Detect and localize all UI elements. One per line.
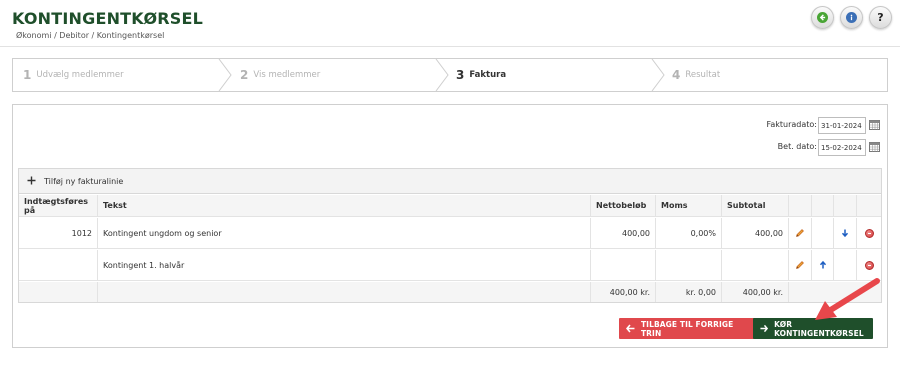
info-button[interactable] (840, 6, 863, 29)
calendar-icon[interactable] (869, 120, 880, 130)
info-icon (846, 12, 857, 23)
back-button[interactable] (811, 6, 834, 29)
add-invoice-line-button[interactable]: Tilføj ny fakturalinie (19, 169, 881, 194)
table-row: Kontingent 1. halvår (19, 250, 881, 281)
total-vat: kr. 0,00 (656, 282, 722, 302)
delete-icon[interactable] (864, 260, 874, 270)
table-row: 1012 Kontingent ungdom og senior 400,00 … (19, 218, 881, 249)
move-cell (834, 218, 857, 248)
net-cell: 400,00 (591, 218, 656, 248)
page-title: KONTINGENTKØRSEL (12, 9, 204, 28)
wizard-steps: 1 Udvælg medlemmer 2 Vis medlemmer 3 Fak… (12, 58, 888, 92)
delete-cell (857, 218, 881, 248)
step-4: 4 Resultat (672, 68, 721, 82)
plus-icon (27, 174, 37, 188)
help-icon: ? (877, 11, 884, 24)
invoice-date-label: Fakturadato: (766, 120, 817, 129)
step-3: 3 Faktura (456, 68, 507, 82)
delete-icon[interactable] (864, 228, 874, 238)
page-header: KONTINGENTKØRSEL Økonomi / Debitor / Kon… (0, 0, 900, 47)
back-to-previous-step-button[interactable]: TILBAGE TIL FORRIGE TRIN (619, 318, 756, 339)
arrow-left-icon (626, 324, 635, 333)
step-2[interactable]: 2 Vis medlemmer (240, 59, 320, 91)
annotation-arrow-icon (815, 278, 880, 320)
column-header: Subtotal (722, 195, 789, 216)
due-date-input[interactable] (818, 139, 866, 156)
invoice-date-input[interactable] (818, 117, 866, 134)
total-net: 400,00 kr. (591, 282, 656, 302)
arrow-up-icon[interactable] (818, 260, 828, 270)
invoice-panel: Fakturadato: Bet. dato: Tilføj ny faktur… (12, 104, 888, 348)
account-cell: 1012 (19, 218, 98, 248)
step-divider (218, 59, 232, 91)
account-cell (19, 250, 98, 280)
subtotal-cell (722, 250, 789, 280)
column-header: Nettobeløb (591, 195, 656, 216)
help-button[interactable]: ? (869, 6, 892, 29)
column-header: Moms (656, 195, 722, 216)
edit-cell (789, 218, 812, 248)
arrow-right-icon (760, 324, 769, 333)
invoice-lines-table: Tilføj ny fakturalinie Indtægtsføres på … (18, 168, 882, 303)
net-cell (591, 250, 656, 280)
text-cell: Kontingent ungdom og senior (98, 218, 591, 248)
vat-cell (656, 250, 722, 280)
pencil-icon[interactable] (795, 228, 805, 238)
total-subtotal: 400,00 kr. (722, 282, 789, 302)
step-divider (651, 59, 665, 91)
totals-row: 400,00 kr. kr. 0,00 400,00 kr. (19, 282, 881, 302)
text-cell: Kontingent 1. halvår (98, 250, 591, 280)
pencil-icon[interactable] (795, 260, 805, 270)
step-divider (435, 59, 449, 91)
calendar-icon[interactable] (869, 142, 880, 152)
column-header: Indtægtsføres på (19, 195, 98, 216)
subtotal-cell: 400,00 (722, 218, 789, 248)
breadcrumb[interactable]: Økonomi / Debitor / Kontingentkørsel (16, 31, 164, 40)
column-header: Tekst (98, 195, 591, 216)
table-header-row: Indtægtsføres på Tekst Nettobeløb Moms S… (19, 195, 881, 217)
back-arrow-icon (817, 12, 828, 23)
arrow-down-icon[interactable] (840, 228, 850, 238)
step-1[interactable]: 1 Udvælg medlemmer (23, 59, 124, 91)
vat-cell: 0,00% (656, 218, 722, 248)
due-date-label: Bet. dato: (777, 142, 817, 151)
